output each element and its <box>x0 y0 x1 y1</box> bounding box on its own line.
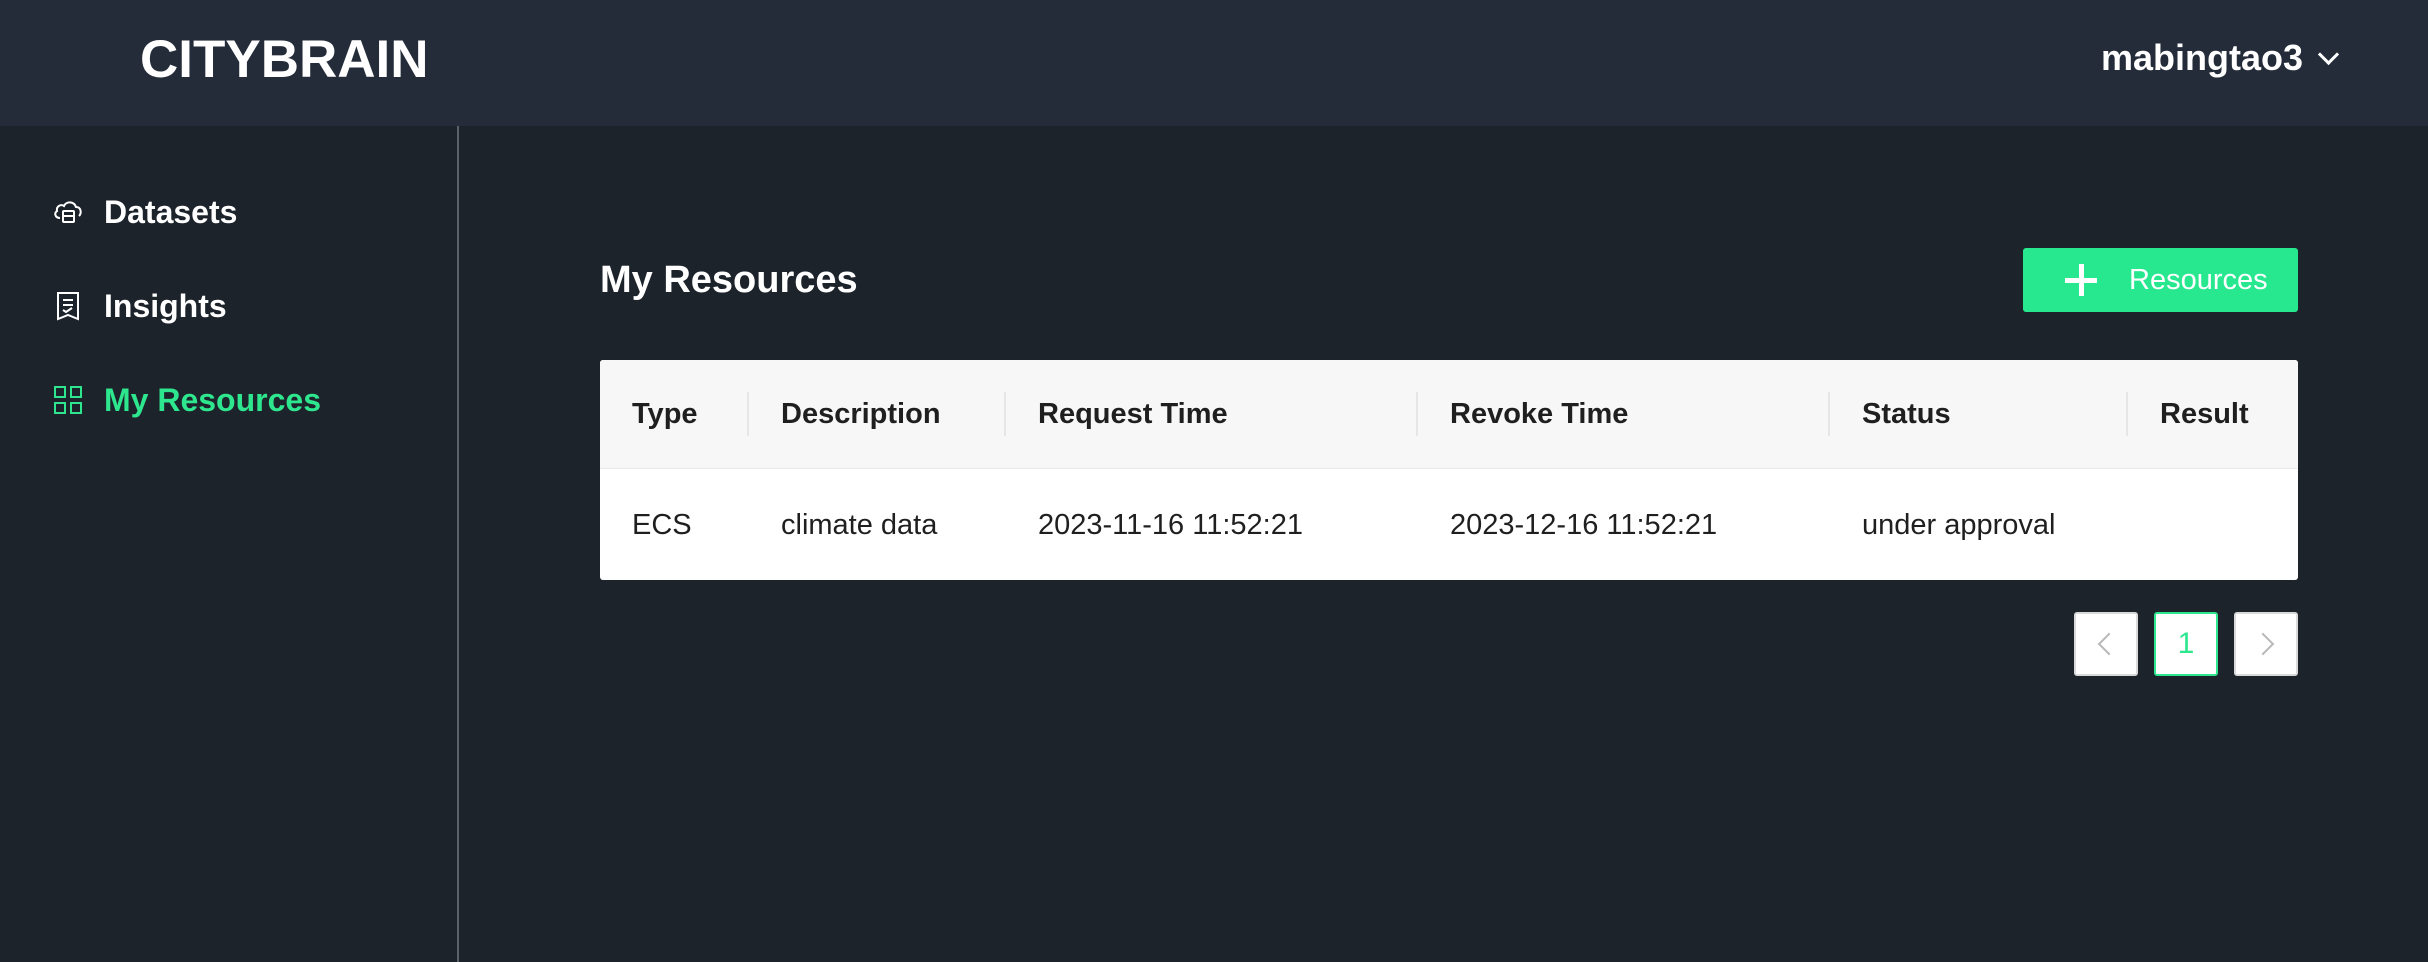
sidebar: Datasets Insights My Resources <box>0 126 459 962</box>
grid-icon <box>54 386 82 414</box>
column-header-request-time: Request Time <box>1038 398 1228 430</box>
cell-request-time: 2023-11-16 11:52:21 <box>1038 509 1303 541</box>
column-divider <box>1004 392 1006 436</box>
column-header-type: Type <box>632 398 698 430</box>
sidebar-item-my-resources[interactable]: My Resources <box>52 374 321 426</box>
column-header-description: Description <box>781 398 941 430</box>
cloud-database-icon <box>54 201 82 223</box>
chevron-left-icon <box>2097 632 2121 656</box>
sidebar-item-label: My Resources <box>104 381 321 418</box>
sidebar-item-insights[interactable]: Insights <box>52 280 227 332</box>
plus-icon <box>2063 262 2099 298</box>
user-name: mabingtao3 <box>2100 37 2303 78</box>
cell-revoke-time: 2023-12-16 11:52:21 <box>1450 509 1718 541</box>
add-resources-label: Resources <box>2129 264 2268 296</box>
chevron-right-icon <box>2251 632 2275 656</box>
column-divider <box>1416 392 1418 436</box>
column-header-result: Result <box>2160 398 2249 430</box>
column-divider <box>747 392 749 436</box>
column-divider <box>1828 392 1830 436</box>
column-header-revoke-time: Revoke Time <box>1450 398 1629 430</box>
pagination-next-button[interactable] <box>2234 612 2298 676</box>
table-header: Type Description Request Time Revoke Tim… <box>600 360 2298 469</box>
report-icon <box>57 292 79 321</box>
cell-status: under approval <box>1862 509 2056 541</box>
sidebar-item-label: Datasets <box>104 193 238 230</box>
cell-type: ECS <box>632 509 692 541</box>
app-logo[interactable]: CITYBRAIN <box>140 28 429 92</box>
pagination-page-button[interactable]: 1 <box>2154 612 2218 676</box>
chevron-down-icon <box>2317 43 2340 65</box>
add-resources-button[interactable]: Resources <box>2023 248 2298 312</box>
resources-table: Type Description Request Time Revoke Tim… <box>600 360 2298 580</box>
pagination-prev-button[interactable] <box>2074 612 2138 676</box>
top-bar: CITYBRAIN mabingtao3 <box>0 0 2428 126</box>
user-menu[interactable]: mabingtao3 <box>2100 30 2340 86</box>
sidebar-item-datasets[interactable]: Datasets <box>52 186 237 238</box>
sidebar-item-label: Insights <box>104 287 227 324</box>
page-title: My Resources <box>600 259 858 301</box>
cell-description: climate data <box>781 509 938 541</box>
column-divider <box>2126 392 2128 436</box>
column-header-status: Status <box>1862 398 1951 430</box>
